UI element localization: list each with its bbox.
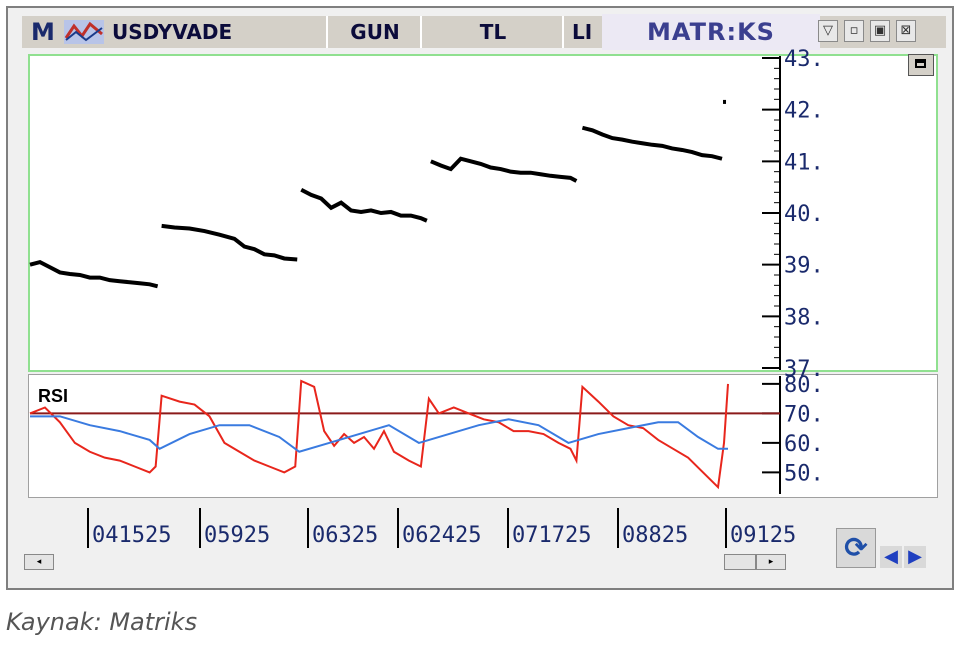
rsi-tick-label: 70.: [784, 402, 824, 427]
x-tick-label: 062425: [402, 523, 481, 548]
price-segment: [161, 223, 298, 262]
rsi-tick-label: 80.: [784, 373, 824, 398]
scroll-left-icon[interactable]: ◂: [24, 554, 54, 570]
horizontal-scrollbar[interactable]: ◂ ▸: [24, 554, 786, 570]
x-tick-label: 071725: [512, 523, 591, 548]
rsi-line: [29, 379, 729, 490]
price-segment: [430, 156, 578, 183]
price-segment: [29, 259, 159, 289]
scroll-right-icon[interactable]: ▸: [756, 554, 786, 570]
x-tick-label: 05925: [204, 523, 270, 548]
price-tick-label: 43.: [784, 47, 824, 72]
rsi-tick-label: 50.: [784, 461, 824, 486]
source-caption: Kaynak: Matriks: [6, 608, 198, 636]
price-tick-label: 38.: [784, 305, 824, 330]
price-tick-label: 40.: [784, 202, 824, 227]
price-segment: [300, 187, 428, 223]
price-segment: [581, 125, 723, 161]
nav-left-icon[interactable]: ◀: [880, 546, 902, 568]
navigation-arrows: ◀ ▶: [880, 546, 940, 568]
x-tick-label: 041525: [92, 523, 171, 548]
x-tick-label: 08825: [622, 523, 688, 548]
price-tick-label: 41.: [784, 150, 824, 175]
x-tick-label: 06325: [312, 523, 378, 548]
x-tick-label: 09125: [730, 523, 796, 548]
refresh-icon[interactable]: ⟳: [836, 528, 876, 568]
price-tick-label: 42.: [784, 99, 824, 124]
price-tick-label: 39.: [784, 254, 824, 279]
rsi-label: RSI: [38, 386, 68, 406]
rsi-tick-label: 60.: [784, 432, 824, 457]
nav-right-icon[interactable]: ▶: [904, 546, 926, 568]
scroll-thumb[interactable]: [724, 554, 756, 570]
price-point: [723, 99, 727, 104]
